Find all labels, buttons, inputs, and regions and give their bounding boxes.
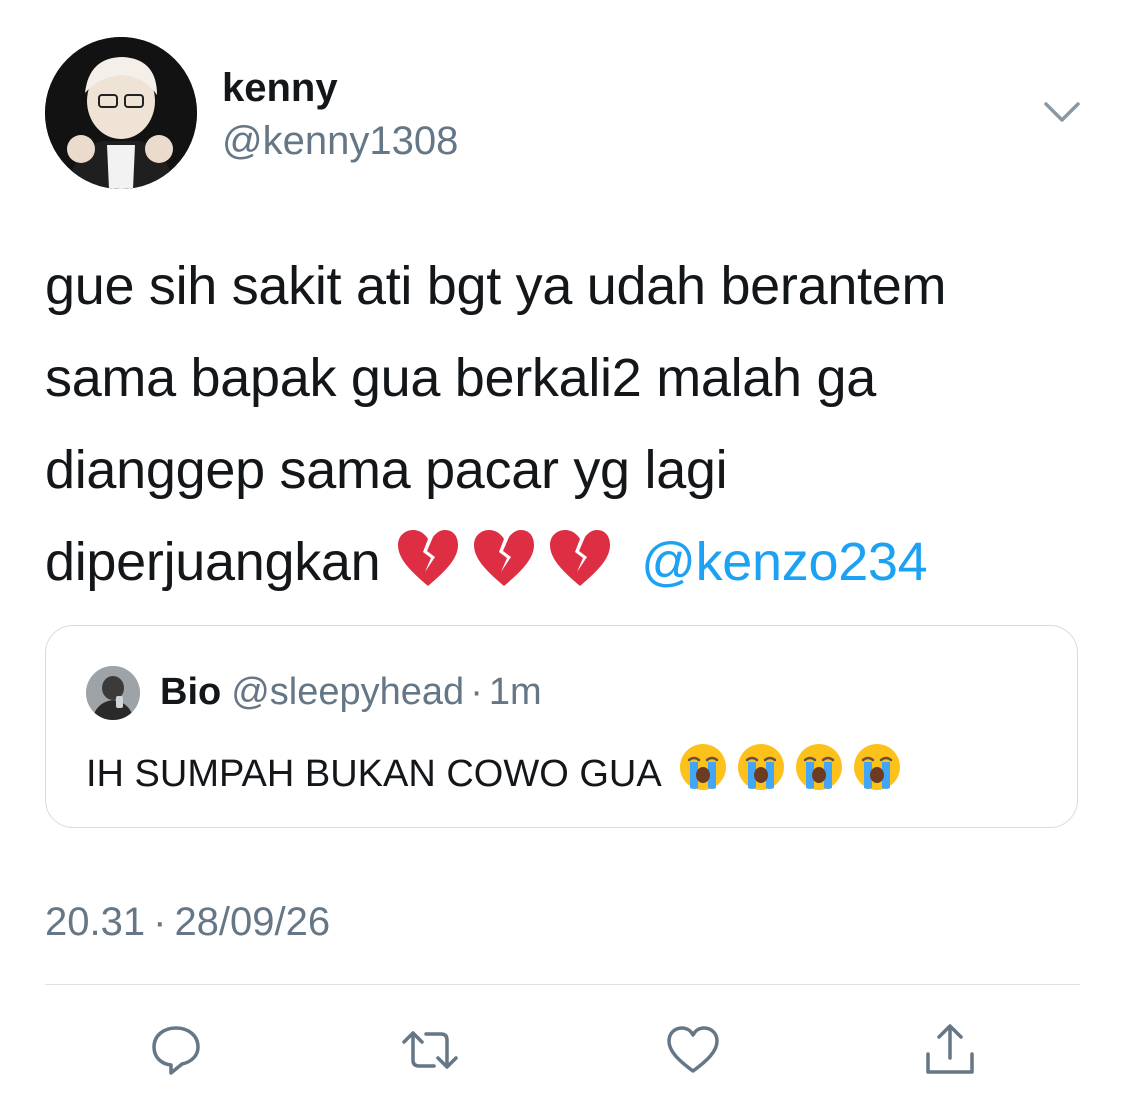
quoted-display-name[interactable]: Bio [160, 671, 221, 713]
author-avatar[interactable] [45, 37, 197, 189]
separator-dot: · [153, 900, 167, 944]
tweet-text: gue sih sakit ati bgt ya udah berantem s… [45, 240, 1095, 608]
quoted-tweet-card[interactable]: Bio @sleepyhead · 1m IH SUMPAH BUKAN COWO G… [45, 625, 1078, 828]
like-icon[interactable] [663, 1020, 723, 1080]
author-handle[interactable]: @kenny1308 [222, 117, 458, 165]
tweet-text-line: dianggep sama pacar yg lagi [45, 440, 728, 500]
loudly-crying-face-emoji [794, 742, 844, 806]
quoted-author-avatar[interactable] [86, 666, 140, 720]
tweet-text-line: sama bapak gua berkali2 malah ga [45, 348, 876, 408]
mention-link[interactable]: @kenzo234 [641, 532, 928, 592]
separator-dot: · [470, 671, 483, 713]
broken-heart-emoji [395, 524, 461, 616]
share-icon[interactable] [920, 1020, 980, 1080]
tweet-text-line-last: diperjuangkan @kenzo234 [45, 516, 1095, 608]
quoted-handle[interactable]: @sleepyhead [231, 671, 464, 713]
tweet-text-line: diperjuangkan [45, 532, 381, 592]
quoted-time: 1m [488, 671, 542, 713]
loudly-crying-face-emoji [852, 742, 902, 806]
divider [45, 984, 1080, 985]
reply-icon[interactable] [146, 1020, 206, 1080]
avatar-photo [45, 37, 197, 189]
quoted-tweet-body: IH SUMPAH BUKAN COWO GUA [86, 753, 660, 795]
quoted-tweet-text: IH SUMPAH BUKAN COWO GUA [86, 742, 902, 806]
author-display-name[interactable]: kenny [222, 64, 338, 112]
chevron-down-icon[interactable] [1040, 96, 1084, 130]
tweet-date: 28/09/26 [174, 900, 331, 944]
loudly-crying-face-emoji [678, 742, 728, 806]
tweet-detail: kenny @kenny1308 gue sih sakit ati bgt y… [0, 0, 1125, 1117]
loudly-crying-face-emoji [736, 742, 786, 806]
quoted-tweet-header: Bio @sleepyhead · 1m [160, 668, 542, 716]
tweet-time: 20.31 [45, 900, 146, 944]
retweet-icon[interactable] [400, 1020, 460, 1080]
tweet-timestamp: 20.31 · 28/09/26 [45, 898, 330, 946]
broken-heart-emoji [471, 524, 537, 616]
broken-heart-emoji [547, 524, 613, 616]
tweet-text-line: gue sih sakit ati bgt ya udah berantem [45, 256, 947, 316]
